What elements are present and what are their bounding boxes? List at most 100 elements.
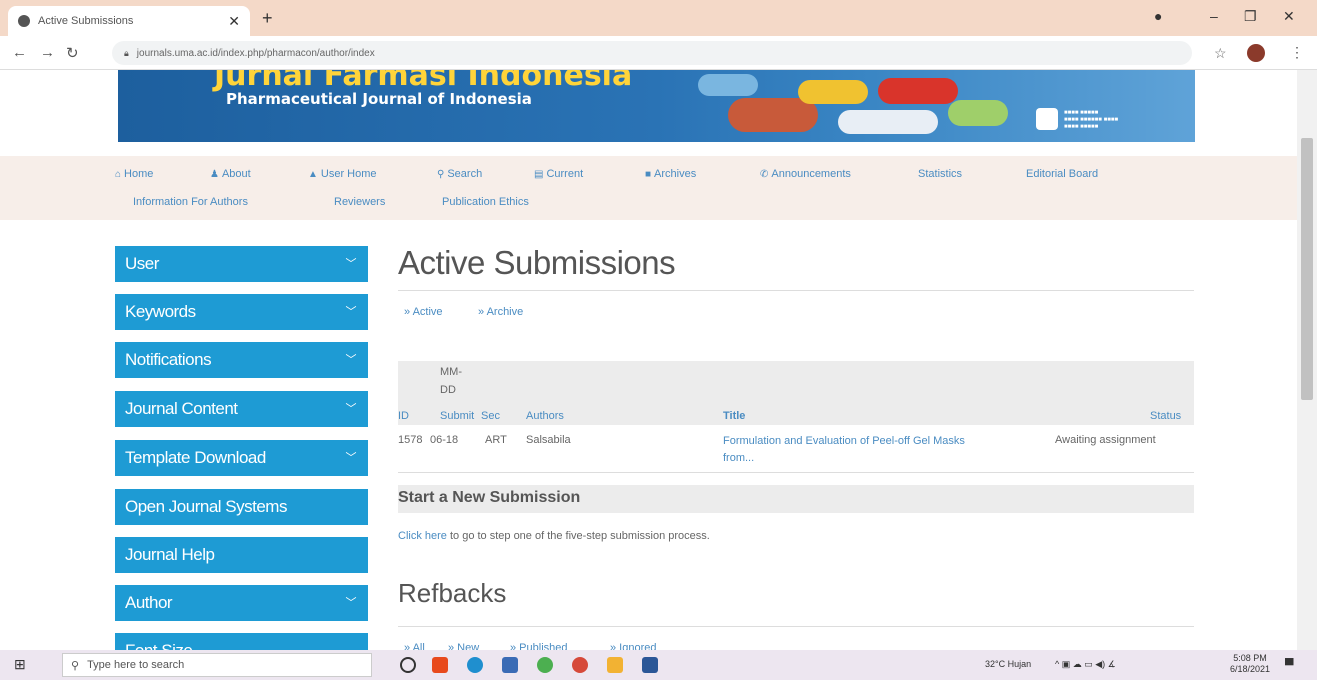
url-field[interactable]: 🔒︎ journals.uma.ac.id/index.php/pharmaco…: [112, 41, 1192, 65]
clock[interactable]: 5:08 PM 6/18/2021: [1230, 653, 1270, 675]
header-title[interactable]: Title: [723, 410, 745, 422]
capsule-graphic: [878, 78, 958, 104]
refbacks-filter-ignored[interactable]: » Ignored: [610, 642, 656, 650]
page-viewport: Jurnal Farmasi Indonesia Pharmaceutical …: [0, 70, 1297, 650]
notifications-icon[interactable]: ▀: [1285, 658, 1294, 672]
nav-publication-ethics[interactable]: Publication Ethics: [442, 196, 529, 208]
table-divider: [398, 472, 1194, 473]
nav-info-authors[interactable]: Information For Authors: [133, 196, 248, 208]
click-here-link[interactable]: Click here: [398, 530, 447, 542]
sidebar-item-label: Open Journal Systems: [125, 497, 287, 516]
chrome-icon[interactable]: [537, 657, 553, 673]
system-tray-icons[interactable]: ^ ▣ ☁ ▭ ◀) ∡: [1055, 659, 1116, 670]
filter-active-link[interactable]: » Active: [404, 306, 443, 318]
nav-current[interactable]: ▤ Current: [534, 168, 583, 180]
header-date-line2: DD: [440, 384, 456, 396]
bookmark-star-icon[interactable]: ☆: [1214, 45, 1227, 62]
header-id[interactable]: ID: [398, 410, 409, 422]
nav-editorial-board-label: Editorial Board: [1026, 168, 1099, 180]
home-icon: ⌂: [115, 169, 122, 180]
nav-user-home[interactable]: ▲ User Home: [308, 168, 377, 180]
nav-statistics-label: Statistics: [918, 168, 963, 180]
nav-archives-label: Archives: [654, 168, 697, 180]
back-icon[interactable]: ←: [12, 44, 27, 61]
taskbar-search-input[interactable]: ⚲ Type here to search: [62, 653, 372, 677]
chevron-down-icon: ﹀: [345, 354, 357, 366]
chrome-profile-icon[interactable]: [572, 657, 588, 673]
new-submission-heading: Start a New Submission: [398, 485, 1194, 513]
capsule-graphic: [948, 100, 1008, 126]
chevron-down-icon: ﹀: [345, 452, 357, 464]
scrollbar-thumb[interactable]: [1301, 138, 1313, 400]
refbacks-filter-published[interactable]: » Published: [510, 642, 568, 650]
archive-icon: ■: [645, 169, 652, 180]
sidebar-item-journal-help[interactable]: Journal Help: [115, 537, 368, 573]
header-status[interactable]: Status: [1150, 410, 1181, 422]
sidebar-item-open-journal-systems[interactable]: Open Journal Systems: [115, 489, 368, 525]
taskbar-search-placeholder: Type here to search: [87, 659, 185, 671]
sidebar-item-keywords[interactable]: Keywords ﹀: [115, 294, 368, 330]
mail-icon[interactable]: [502, 657, 518, 673]
weather-status[interactable]: 32°C Hujan: [985, 659, 1031, 669]
sidebar-item-author[interactable]: Author ﹀: [115, 585, 368, 621]
header-submit[interactable]: Submit: [440, 410, 474, 422]
chevron-down-icon: ﹀: [345, 258, 357, 270]
url-text: journals.uma.ac.id/index.php/pharmacon/a…: [136, 47, 375, 59]
sidebar-item-font-size[interactable]: Font Size: [115, 633, 368, 650]
refbacks-filter-new[interactable]: » New: [448, 642, 479, 650]
row-title-link[interactable]: Formulation and Evaluation of Peel-off G…: [723, 433, 983, 467]
close-window-icon[interactable]: ✕: [1283, 8, 1295, 25]
filter-archive-link[interactable]: » Archive: [478, 306, 523, 318]
chevron-down-icon: ﹀: [345, 597, 357, 609]
nav-announcements[interactable]: ✆ Announcements: [760, 168, 851, 180]
refbacks-divider: [398, 626, 1194, 627]
refbacks-filter-all[interactable]: » All: [404, 642, 425, 650]
windows-start-icon[interactable]: ⊞: [14, 656, 26, 673]
sidebar-item-label: Font Size: [125, 641, 193, 650]
banner-subtitle: Pharmaceutical Journal of Indonesia: [226, 90, 532, 108]
file-explorer-icon[interactable]: [607, 657, 623, 673]
new-submission-text: Click here to go to step one of the five…: [398, 530, 710, 542]
nav-about[interactable]: ♟ About: [210, 168, 251, 180]
task-view-icon[interactable]: [400, 657, 416, 673]
nav-home-label: Home: [124, 168, 154, 180]
lock-icon: 🔒︎: [124, 47, 129, 58]
title-divider: [398, 290, 1194, 291]
association-logo-text: ■■■■ ■■■■■ ■■■■ ■■■■■■ ■■■■ ■■■■ ■■■■■: [1064, 110, 1119, 130]
sidebar-item-journal-content[interactable]: Journal Content ﹀: [115, 391, 368, 427]
sidebar-item-label: Author: [125, 593, 173, 612]
minimize-icon[interactable]: –: [1210, 8, 1218, 24]
nav-search[interactable]: ⚲ Search: [437, 168, 482, 180]
header-authors[interactable]: Authors: [526, 410, 564, 422]
tab-close-icon[interactable]: ✕: [228, 13, 240, 30]
record-icon[interactable]: ●: [1154, 8, 1162, 24]
capsule-graphic: [798, 80, 868, 104]
browser-menu-icon[interactable]: ⋮: [1290, 44, 1304, 61]
reload-icon[interactable]: ↻: [66, 44, 79, 62]
header-sec[interactable]: Sec: [481, 410, 500, 422]
office-icon[interactable]: [432, 657, 448, 673]
page-scrollbar[interactable]: [1297, 70, 1317, 650]
browser-tab[interactable]: Active Submissions ✕: [8, 6, 250, 36]
new-tab-icon[interactable]: +: [262, 8, 273, 29]
refbacks-heading: Refbacks: [398, 578, 507, 608]
sidebar-item-label: Template Download: [125, 448, 266, 467]
header-date-line1: MM-: [440, 366, 462, 378]
search-icon: ⚲: [71, 659, 80, 672]
word-icon[interactable]: [642, 657, 658, 673]
document-icon: ▤: [534, 169, 544, 180]
nav-home[interactable]: ⌂ Home: [115, 168, 153, 180]
forward-icon[interactable]: →: [40, 44, 55, 61]
nav-editorial-board[interactable]: Editorial Board: [1026, 168, 1098, 180]
nav-reviewers[interactable]: Reviewers: [334, 196, 385, 208]
page-title: Active Submissions: [398, 244, 676, 281]
sidebar-item-notifications[interactable]: Notifications ﹀: [115, 342, 368, 378]
profile-avatar[interactable]: [1247, 44, 1265, 62]
nav-archives[interactable]: ■ Archives: [645, 168, 696, 180]
sidebar-item-template-download[interactable]: Template Download ﹀: [115, 440, 368, 476]
restore-icon[interactable]: ❐: [1244, 8, 1257, 25]
nav-statistics[interactable]: Statistics: [918, 168, 962, 180]
sidebar-item-user[interactable]: User ﹀: [115, 246, 368, 282]
nav-current-label: Current: [546, 168, 584, 180]
edge-icon[interactable]: [467, 657, 483, 673]
